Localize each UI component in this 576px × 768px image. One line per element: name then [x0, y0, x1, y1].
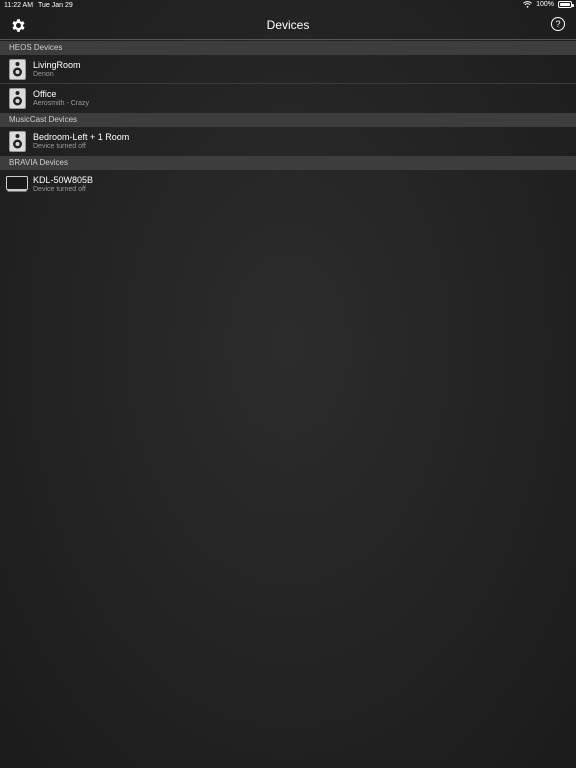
speaker-icon	[9, 59, 26, 80]
device-list: HEOS Devices LivingRoom Denon Office Aer…	[0, 41, 576, 199]
device-row-kdl-50w805b[interactable]: KDL-50W805B Device turned off	[0, 170, 576, 199]
status-indicators: 100%	[523, 1, 574, 8]
device-name: KDL-50W805B	[33, 175, 94, 185]
status-bar: 11:22 AM Tue Jan 29 100%	[0, 0, 576, 12]
status-time: 11:22 AM	[4, 2, 34, 9]
nav-bar: Devices ?	[0, 12, 576, 40]
battery-percent: 100%	[536, 1, 554, 8]
tv-icon	[6, 176, 28, 192]
device-name: Office	[33, 89, 57, 99]
device-name: Bedroom-Left + 1 Room	[33, 132, 130, 142]
device-subtitle: Aerosmith - Crazy	[33, 100, 90, 107]
device-subtitle: Denon	[33, 71, 54, 78]
device-subtitle: Device turned off	[33, 186, 86, 193]
device-row-office[interactable]: Office Aerosmith - Crazy	[0, 84, 576, 113]
section-header-musiccast: MusicCast Devices	[0, 113, 576, 127]
speaker-icon	[9, 131, 26, 152]
device-row-bedroom-left[interactable]: Bedroom-Left + 1 Room Device turned off	[0, 127, 576, 156]
speaker-icon	[9, 88, 26, 109]
device-name: LivingRoom	[33, 60, 81, 70]
status-date: Tue Jan 29	[38, 2, 73, 9]
section-header-bravia: BRAVIA Devices	[0, 156, 576, 170]
section-header-heos: HEOS Devices	[0, 41, 576, 55]
device-subtitle: Device turned off	[33, 143, 86, 150]
battery-icon	[558, 1, 574, 8]
wifi-icon	[523, 1, 532, 8]
help-button[interactable]: ?	[551, 17, 565, 31]
page-title: Devices	[266, 18, 310, 32]
device-row-livingroom[interactable]: LivingRoom Denon	[0, 55, 576, 84]
